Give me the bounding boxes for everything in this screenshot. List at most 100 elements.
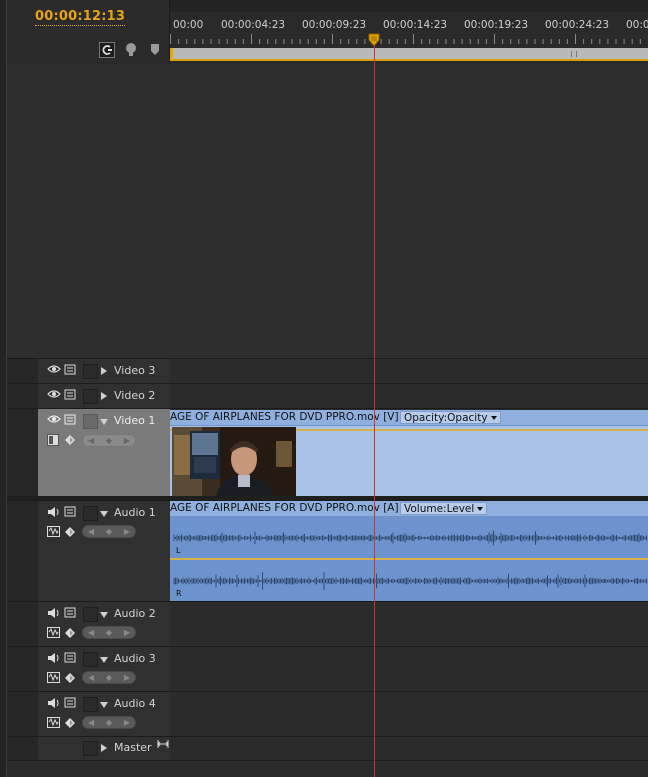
- track-header: Video 1 ◀ ◆ ▶: [7, 409, 170, 497]
- track-name: Video 2: [114, 389, 156, 402]
- collapse-triangle-icon[interactable]: [100, 511, 108, 517]
- track-header: Video 3: [7, 359, 170, 383]
- marker-icon[interactable]: [123, 42, 139, 58]
- work-area-bar[interactable]: [170, 48, 648, 61]
- track-video-2[interactable]: Video 2: [7, 383, 648, 408]
- track-gutter: [7, 409, 38, 496]
- sync-lock-icon[interactable]: [64, 652, 76, 663]
- timeline-panel: 00:00:12:13 00:00 00:00:04:23 00:00:09:2…: [0, 0, 648, 777]
- expand-triangle-icon[interactable]: [101, 744, 107, 752]
- track-lock-box[interactable]: [83, 506, 98, 521]
- keyframe-navigator[interactable]: ◀ ◆ ▶: [82, 626, 136, 639]
- clip-title: AGE OF AIRPLANES FOR DVD PPRO.mov [A]: [170, 502, 399, 514]
- work-area-grip-icon[interactable]: [571, 51, 577, 57]
- track-lock-box[interactable]: [83, 607, 98, 622]
- keyframe-icon[interactable]: [65, 527, 75, 537]
- work-area-start-handle[interactable]: [170, 48, 173, 61]
- current-timecode[interactable]: 00:00:12:13: [35, 9, 126, 26]
- track-body[interactable]: [170, 602, 648, 646]
- track-name: Audio 3: [114, 652, 156, 665]
- volume-dropdown[interactable]: Volume:Level: [400, 502, 488, 515]
- right-channel-label: R: [176, 589, 182, 598]
- track-body[interactable]: [170, 359, 648, 383]
- track-audio-3[interactable]: Audio 3 ◀ ◆ ▶: [7, 646, 648, 691]
- track-lock-box[interactable]: [83, 652, 98, 667]
- collapse-triangle-icon[interactable]: [100, 612, 108, 618]
- keyframe-icon[interactable]: [65, 435, 75, 445]
- track-lock-box[interactable]: [83, 414, 98, 429]
- speaker-icon[interactable]: [47, 697, 61, 709]
- keyframe-icon[interactable]: [65, 718, 75, 728]
- waveform-display-icon[interactable]: [47, 672, 60, 683]
- waveform-display-icon[interactable]: [47, 627, 60, 638]
- sync-lock-icon[interactable]: [64, 389, 76, 400]
- empty-track-area[interactable]: [170, 64, 648, 358]
- track-body[interactable]: AGE OF AIRPLANES FOR DVD PPRO.mov [A] Vo…: [170, 501, 648, 602]
- playhead-line[interactable]: [374, 44, 375, 777]
- sync-lock-icon[interactable]: [64, 506, 76, 517]
- ruler-label: 00:00:04:23: [221, 19, 286, 31]
- track-lock-box[interactable]: [83, 364, 98, 379]
- track-body[interactable]: [170, 737, 648, 760]
- speaker-icon[interactable]: [47, 607, 61, 619]
- sync-lock-icon[interactable]: [64, 697, 76, 708]
- speaker-icon[interactable]: [47, 506, 61, 518]
- ruler-ticks: [170, 34, 648, 44]
- eye-icon[interactable]: [47, 364, 61, 374]
- track-header: Audio 2 ◀ ◆ ▶: [7, 602, 170, 646]
- expand-triangle-icon[interactable]: [101, 367, 107, 375]
- ruler-label: 00:00:19:23: [464, 19, 529, 31]
- keyframe-navigator[interactable]: ◀ ◆ ▶: [82, 716, 136, 729]
- track-audio-1[interactable]: Audio 1 ◀ ◆ ▶ AGE OF AIRPLANES FOR DVD PPR…: [7, 500, 648, 602]
- track-gutter: [7, 692, 38, 736]
- add-marker-icon[interactable]: [147, 42, 163, 58]
- sync-lock-icon[interactable]: [64, 364, 76, 375]
- track-name: Video 1: [114, 414, 156, 427]
- track-header: Audio 3 ◀ ◆ ▶: [7, 647, 170, 691]
- snap-icon[interactable]: [99, 42, 115, 58]
- collapse-triangle-icon[interactable]: [100, 419, 108, 425]
- sync-lock-icon[interactable]: [64, 607, 76, 618]
- waveform-display-icon[interactable]: [47, 526, 60, 537]
- track-header: Video 2: [7, 384, 170, 408]
- sync-lock-icon[interactable]: [64, 414, 76, 425]
- track-video-1[interactable]: Video 1 ◀ ◆ ▶ AGE OF AIRPLANES FOR DVD PPR…: [7, 408, 648, 497]
- track-gutter: [7, 384, 38, 408]
- track-lock-box[interactable]: [83, 741, 98, 756]
- opacity-dropdown[interactable]: Opacity:Opacity: [400, 411, 501, 424]
- track-body[interactable]: [170, 384, 648, 408]
- eye-icon[interactable]: [47, 389, 61, 399]
- audio-clip[interactable]: AGE OF AIRPLANES FOR DVD PPRO.mov [A] Vo…: [170, 501, 648, 602]
- track-body[interactable]: AGE OF AIRPLANES FOR DVD PPRO.mov [V] Op…: [170, 409, 648, 496]
- track-lock-box[interactable]: [83, 697, 98, 712]
- speaker-icon[interactable]: [47, 652, 61, 664]
- expand-triangle-icon[interactable]: [101, 392, 107, 400]
- ruler-label: 00:00: [626, 19, 648, 31]
- track-body[interactable]: [170, 647, 648, 691]
- waveform-left-channel: [170, 517, 648, 559]
- video-clip[interactable]: AGE OF AIRPLANES FOR DVD PPRO.mov [V] Op…: [170, 410, 648, 496]
- keyframe-navigator[interactable]: ◀ ◆ ▶: [82, 525, 136, 538]
- collapse-triangle-icon[interactable]: [100, 657, 108, 663]
- keyframe-icon[interactable]: [65, 628, 75, 638]
- clip-title: AGE OF AIRPLANES FOR DVD PPRO.mov [V]: [170, 411, 399, 423]
- keyframe-icon[interactable]: [65, 673, 75, 683]
- keyframe-navigator[interactable]: ◀ ◆ ▶: [82, 671, 136, 684]
- waveform-path: [173, 530, 647, 546]
- empty-header-area: [7, 64, 170, 358]
- track-audio-2[interactable]: Audio 2 ◀ ◆ ▶: [7, 601, 648, 646]
- clip-thumbnail: [172, 427, 296, 496]
- track-body[interactable]: [170, 692, 648, 736]
- collapse-triangle-icon[interactable]: [100, 702, 108, 708]
- display-style-icon[interactable]: [47, 434, 59, 446]
- eye-icon[interactable]: [47, 414, 61, 424]
- track-lock-box[interactable]: [83, 389, 98, 404]
- dropdown-arrow-icon: [490, 415, 497, 420]
- waveform-display-icon[interactable]: [47, 717, 60, 728]
- track-header: Master: [7, 737, 170, 760]
- track-master[interactable]: Master: [7, 736, 648, 760]
- track-audio-4[interactable]: Audio 4 ◀ ◆ ▶: [7, 691, 648, 736]
- keyframe-navigator[interactable]: ◀ ◆ ▶: [82, 434, 136, 447]
- clip-title-bar: AGE OF AIRPLANES FOR DVD PPRO.mov [A] Vo…: [170, 501, 648, 517]
- track-video-3[interactable]: Video 3: [7, 358, 648, 383]
